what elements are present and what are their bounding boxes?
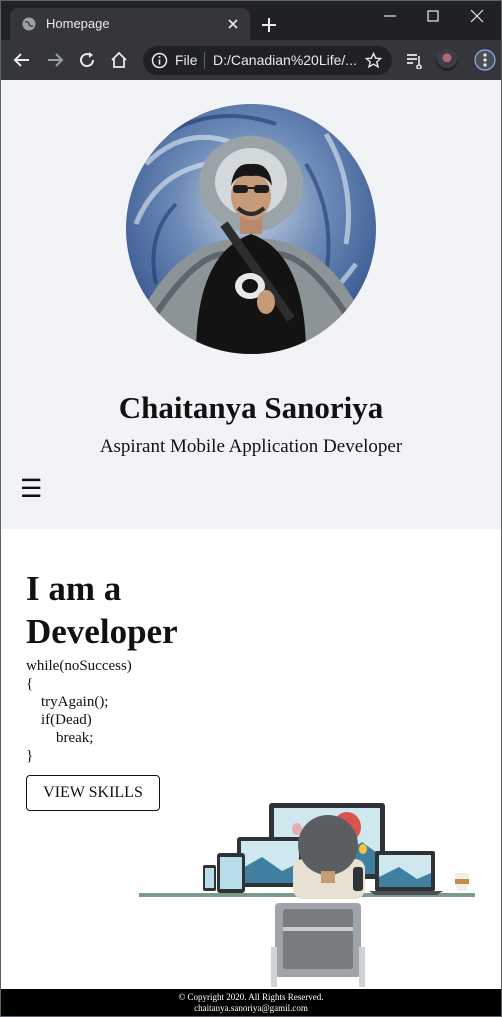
intro-heading: I am a Developer	[26, 567, 178, 653]
star-icon[interactable]	[365, 52, 382, 69]
profile-header: Chaitanya Sanoriya Aspirant Mobile Appli…	[1, 80, 501, 529]
maximize-icon[interactable]	[423, 6, 443, 26]
plus-icon[interactable]	[260, 16, 278, 34]
close-icon[interactable]	[224, 15, 242, 33]
url-text[interactable]: D:/Canadian%20Life/...	[213, 52, 361, 68]
footer-email[interactable]: chaitanya.sanoriya@gamil.com	[1, 1003, 501, 1014]
code-snippet: while(noSuccess) { tryAgain(); if(Dead) …	[26, 657, 132, 765]
browser-toolbar: File D:/Canadian%20Life/...	[0, 40, 502, 80]
page-footer: © Copyright 2020. All Rights Reserved. c…	[1, 989, 501, 1016]
code-line: tryAgain();	[26, 694, 109, 710]
forward-icon[interactable]	[46, 51, 64, 69]
developer-illustration	[139, 803, 475, 987]
code-line: {	[26, 676, 34, 692]
url-divider	[204, 52, 205, 69]
info-icon[interactable]	[151, 52, 168, 69]
minimize-icon[interactable]	[380, 6, 400, 26]
browser-chrome: Homepage File D:/Canadian%20Life/...	[0, 0, 502, 80]
reload-icon[interactable]	[78, 51, 96, 69]
profile-avatar[interactable]	[436, 49, 458, 71]
profile-role: Aspirant Mobile Application Developer	[99, 436, 403, 457]
back-icon[interactable]	[13, 51, 31, 69]
intro-section: I am a Developer while(noSuccess) { tryA…	[1, 529, 501, 989]
code-line: if(Dead)	[26, 712, 92, 728]
profile-photo	[126, 104, 376, 354]
intro-heading-line2: Developer	[26, 612, 178, 651]
url-scheme: File	[175, 52, 198, 68]
code-line: break;	[26, 730, 94, 746]
close-window-icon[interactable]	[467, 6, 487, 26]
tab-title: Homepage	[46, 16, 110, 31]
reading-list-icon[interactable]	[405, 51, 423, 69]
tab-strip: Homepage	[0, 0, 502, 40]
code-line: while(noSuccess)	[26, 658, 132, 674]
footer-copyright: © Copyright 2020. All Rights Reserved.	[178, 992, 324, 1002]
intro-heading-line1: I am a	[26, 569, 122, 608]
code-line: }	[26, 748, 34, 764]
more-icon[interactable]	[474, 49, 496, 71]
profile-name: Chaitanya Sanoriya	[118, 390, 384, 425]
hamburger-menu-icon[interactable]: ☰	[20, 474, 42, 503]
globe-icon	[22, 17, 36, 31]
browser-tab[interactable]: Homepage	[10, 8, 250, 40]
address-bar[interactable]: File D:/Canadian%20Life/...	[143, 46, 392, 75]
home-icon[interactable]	[110, 51, 128, 69]
